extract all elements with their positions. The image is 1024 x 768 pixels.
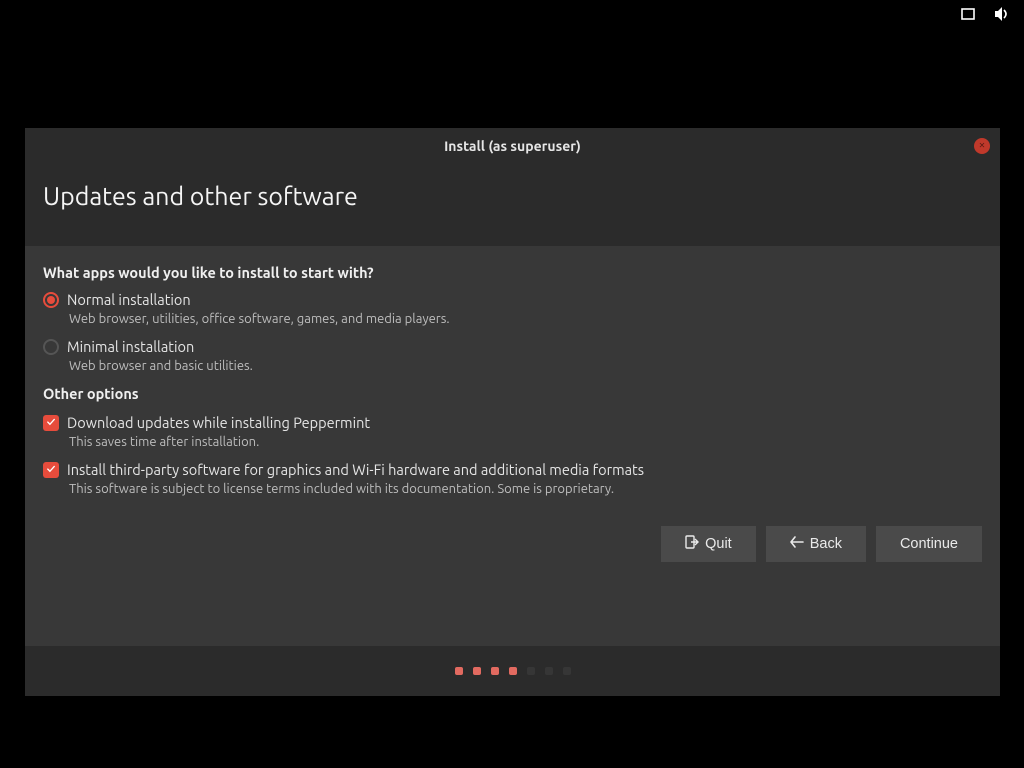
- radio-icon[interactable]: [43, 292, 59, 308]
- radio-icon[interactable]: [43, 339, 59, 355]
- checkbox-third-party[interactable]: Install third-party software for graphic…: [43, 461, 982, 478]
- progress-dot: [473, 667, 481, 675]
- radio-minimal-desc: Web browser and basic utilities.: [69, 359, 982, 373]
- titlebar: Install (as superuser): [25, 128, 1000, 164]
- progress-dot: [509, 667, 517, 675]
- content-area: What apps would you like to install to s…: [25, 246, 1000, 646]
- apps-heading: What apps would you like to install to s…: [43, 264, 982, 281]
- system-tray: [960, 6, 1012, 26]
- page-title: Updates and other software: [43, 182, 982, 210]
- checkbox-download-updates-desc: This saves time after installation.: [69, 435, 982, 449]
- checkbox-download-updates[interactable]: Download updates while installing Pepper…: [43, 414, 982, 431]
- progress-dot: [491, 667, 499, 675]
- header-section: Updates and other software: [25, 164, 1000, 246]
- progress-dots: [25, 646, 1000, 696]
- continue-label: Continue: [900, 536, 958, 552]
- back-label: Back: [810, 536, 842, 552]
- installer-window: Install (as superuser) Updates and other…: [25, 128, 1000, 696]
- progress-dot: [563, 667, 571, 675]
- checkbox-label: Install third-party software for graphic…: [67, 461, 644, 478]
- continue-button[interactable]: Continue: [876, 526, 982, 562]
- quit-button[interactable]: Quit: [661, 526, 756, 562]
- radio-minimal-installation[interactable]: Minimal installation: [43, 338, 982, 355]
- checkbox-icon[interactable]: [43, 462, 59, 478]
- radio-normal-desc: Web browser, utilities, office software,…: [69, 312, 982, 326]
- other-heading: Other options: [43, 385, 982, 402]
- button-bar: Quit Back Continue: [43, 526, 982, 580]
- close-icon[interactable]: [974, 138, 990, 154]
- checkbox-icon[interactable]: [43, 415, 59, 431]
- window-title: Install (as superuser): [444, 138, 581, 154]
- radio-normal-installation[interactable]: Normal installation: [43, 291, 982, 308]
- maximize-icon[interactable]: [960, 6, 976, 26]
- radio-label: Normal installation: [67, 291, 191, 308]
- arrow-left-icon: [790, 536, 804, 552]
- checkbox-label: Download updates while installing Pepper…: [67, 414, 370, 431]
- checkbox-third-party-desc: This software is subject to license term…: [69, 482, 982, 496]
- quit-label: Quit: [705, 536, 732, 552]
- quit-icon: [685, 535, 699, 553]
- progress-dot: [455, 667, 463, 675]
- progress-dot: [527, 667, 535, 675]
- radio-label: Minimal installation: [67, 338, 194, 355]
- volume-icon[interactable]: [994, 6, 1012, 26]
- back-button[interactable]: Back: [766, 526, 866, 562]
- progress-dot: [545, 667, 553, 675]
